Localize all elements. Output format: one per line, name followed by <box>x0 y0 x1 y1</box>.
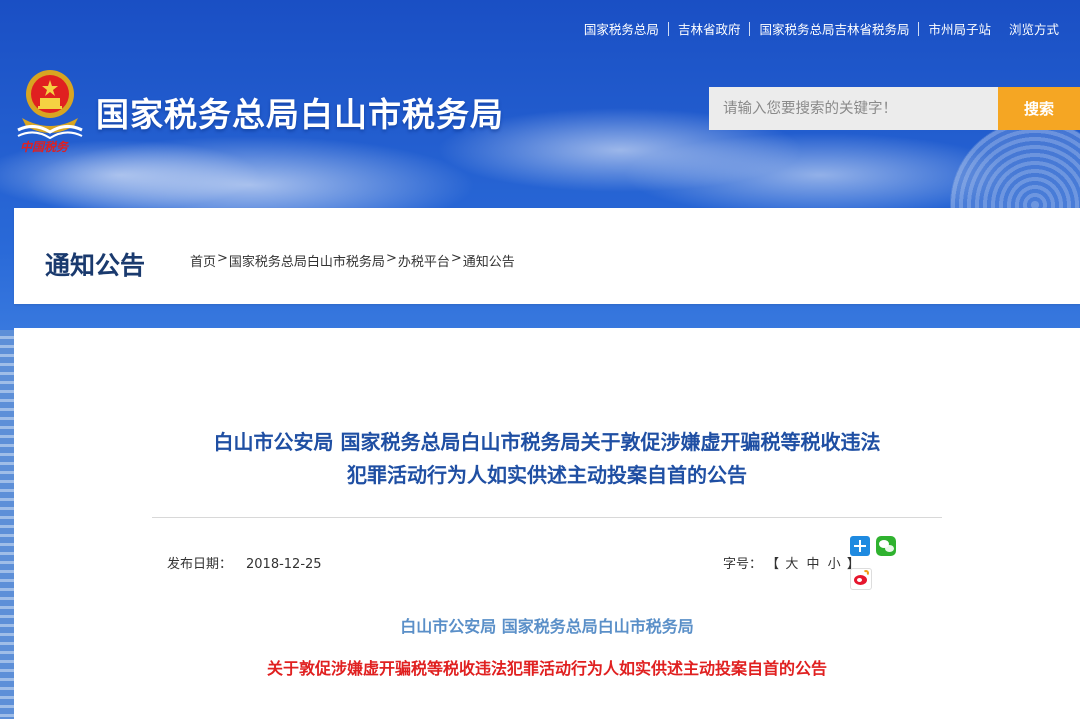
decorative-building-strip <box>0 330 14 719</box>
share-plus-icon[interactable] <box>850 536 870 556</box>
breadcrumb-separator: > <box>450 251 462 266</box>
article-title-line1: 白山市公安局 国家税务总局白山市税务局关于敦促涉嫌虚开骗税等税收违法 <box>213 430 881 454</box>
font-size-label: 字号： <box>723 557 763 572</box>
top-links-bar: 国家税务总局 吉林省政府 国家税务总局吉林省税务局 市州局子站 浏览方式 <box>575 19 1068 38</box>
search-button[interactable]: 搜索 <box>998 87 1080 130</box>
top-link-view-mode[interactable]: 浏览方式 <box>1000 19 1068 38</box>
top-link-sat[interactable]: 国家税务总局 <box>575 19 668 38</box>
wechat-icon[interactable] <box>876 536 896 556</box>
weibo-icon[interactable] <box>850 568 872 590</box>
section-title: 通知公告 <box>45 251 146 280</box>
publish-date-value: 2018-12-25 <box>246 557 322 572</box>
article-title: 白山市公安局 国家税务总局白山市税务局关于敦促涉嫌虚开骗税等税收违法 犯罪活动行… <box>14 426 1080 492</box>
font-size-small[interactable]: 小 <box>828 557 841 572</box>
top-link-substations[interactable]: 市州局子站 <box>919 19 1000 38</box>
breadcrumb-home[interactable]: 首页 <box>190 251 216 270</box>
site-title[interactable]: 国家税务总局白山市税务局 <box>96 88 504 136</box>
font-size-bracket-open: 【 <box>766 557 780 572</box>
breadcrumb-bureau[interactable]: 国家税务总局白山市税务局 <box>229 251 385 270</box>
top-link-jilin-tax[interactable]: 国家税务总局吉林省税务局 <box>750 19 918 38</box>
publish-date-label: 发布日期： <box>167 557 233 572</box>
breadcrumb-separator: > <box>385 251 397 266</box>
font-size-control: 字号： 【 大 中 小 】 <box>723 553 860 572</box>
search-input[interactable] <box>709 87 998 130</box>
font-size-medium[interactable]: 中 <box>806 557 819 572</box>
breadcrumb-notices[interactable]: 通知公告 <box>463 251 515 270</box>
section-header: 通知公告 首页 > 国家税务总局白山市税务局 > 办税平台 > 通知公告 <box>14 208 1080 304</box>
article-title-line2: 犯罪活动行为人如实供述主动投案自首的公告 <box>347 463 747 487</box>
breadcrumb-separator: > <box>217 251 228 266</box>
title-divider <box>152 517 942 518</box>
article-panel: 白山市公安局 国家税务总局白山市税务局关于敦促涉嫌虚开骗税等税收违法 犯罪活动行… <box>14 328 1080 719</box>
breadcrumb-platform[interactable]: 办税平台 <box>398 251 450 270</box>
body-subtitle: 白山市公安局 国家税务总局白山市税务局 <box>400 617 694 636</box>
body-heading: 关于敦促涉嫌虚开骗税等税收违法犯罪活动行为人如实供述主动投案自首的公告 <box>266 659 827 678</box>
site-logo[interactable]: 中国税务 <box>14 60 86 156</box>
publish-date: 发布日期： 2018-12-25 <box>167 553 322 572</box>
logo-caption: 中国税务 <box>20 140 69 154</box>
breadcrumb: 首页 > 国家税务总局白山市税务局 > 办税平台 > 通知公告 <box>190 251 515 270</box>
font-size-large[interactable]: 大 <box>785 557 798 572</box>
top-link-jilin-gov[interactable]: 吉林省政府 <box>669 19 750 38</box>
